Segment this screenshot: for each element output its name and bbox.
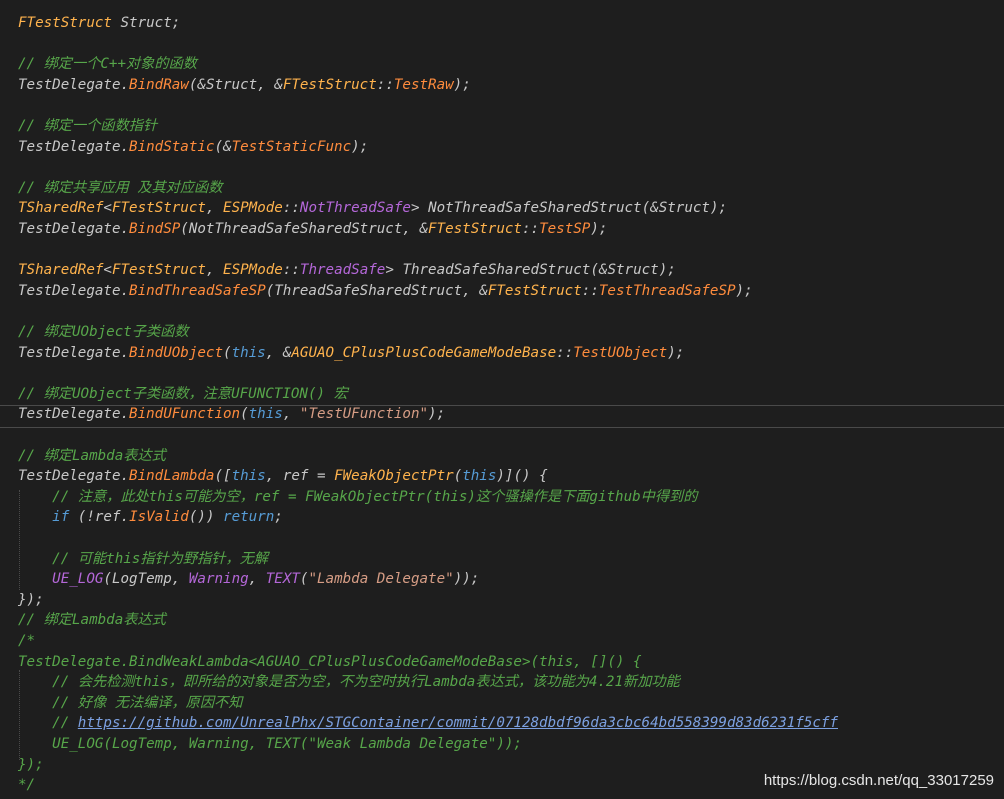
code-line[interactable]: // 会先检测this，即所给的对象是否为空，不为空时执行Lambda表达式，该… [18,672,680,692]
code-line[interactable]: // 绑定Lambda表达式 [18,610,166,630]
code-editor[interactable]: FTestStruct Struct;// 绑定一个C++对象的函数 TestDe… [0,0,1004,799]
code-line[interactable]: }); [18,755,44,775]
code-line[interactable]: TestDelegate.BindWeakLambda<AGUAO_CPlusP… [18,652,642,672]
code-line[interactable]: TestDelegate.BindRaw(&Struct, &FTestStru… [18,75,471,95]
code-line[interactable]: /* [18,631,35,651]
code-line[interactable]: TestDelegate.BindThreadSafeSP(ThreadSafe… [18,281,753,301]
code-line[interactable]: TestDelegate.BindUFunction(this, "TestUF… [18,404,445,424]
code-line[interactable]: if (!ref.IsValid()) return; [18,507,283,527]
code-line[interactable]: UE_LOG(LogTemp, Warning, TEXT("Lambda De… [18,569,479,589]
code-line[interactable]: }); [18,590,44,610]
code-line[interactable]: UE_LOG(LogTemp, Warning, TEXT("Weak Lamb… [18,734,522,754]
watermark: https://blog.csdn.net/qq_33017259 [763,772,994,789]
code-line[interactable]: TSharedRef<FTestStruct, ESPMode::ThreadS… [18,260,676,280]
code-line[interactable]: // 绑定UObject子类函数，注意UFUNCTION() 宏 [18,384,348,404]
code-line[interactable]: // 绑定Lambda表达式 [18,446,166,466]
code-line[interactable]: // 注意，此处this可能为空，ref = FWeakObjectPtr(th… [18,487,697,507]
code-line[interactable]: // 绑定一个C++对象的函数 [18,54,197,74]
code-line[interactable]: // 可能this指针为野指针，无解 [18,549,268,569]
code-line[interactable]: // 绑定UObject子类函数 [18,322,189,342]
code-line[interactable]: // https://github.com/UnrealPhx/STGConta… [18,713,838,733]
code-line[interactable]: TestDelegate.BindStatic(&TestStaticFunc)… [18,137,368,157]
code-line[interactable]: // 绑定共享应用 及其对应函数 [18,178,222,198]
code-line[interactable]: // 好像 无法编译，原因不知 [18,693,242,713]
code-line[interactable]: TestDelegate.BindUObject(this, &AGUAO_CP… [18,343,684,363]
code-line[interactable]: TSharedRef<FTestStruct, ESPMode::NotThre… [18,198,727,218]
code-line[interactable]: */ [18,775,35,795]
code-line[interactable]: // 绑定一个函数指针 [18,116,157,136]
code-line[interactable]: TestDelegate.BindSP(NotThreadSafeSharedS… [18,219,607,239]
code-line[interactable]: TestDelegate.BindLambda([this, ref = FWe… [18,466,548,486]
code-line[interactable]: FTestStruct Struct; [18,13,180,33]
